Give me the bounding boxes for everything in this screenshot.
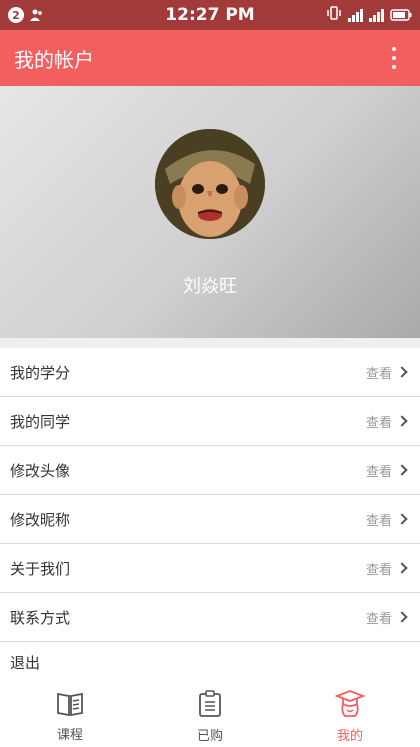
menu-item-change-avatar[interactable]: 修改头像 查看 bbox=[0, 446, 420, 495]
view-link[interactable]: 查看 bbox=[366, 412, 410, 431]
chevron-right-icon bbox=[396, 415, 408, 427]
menu-item-credits[interactable]: 我的学分 查看 bbox=[0, 348, 420, 397]
tab-label: 已购 bbox=[196, 729, 223, 744]
tab-label: 课程 bbox=[56, 728, 83, 743]
menu-item-label: 修改昵称 bbox=[10, 510, 71, 529]
avatar[interactable] bbox=[155, 129, 265, 239]
chevron-right-icon bbox=[396, 562, 408, 574]
vibrate-icon bbox=[326, 5, 342, 25]
page-title: 我的帐户 bbox=[14, 47, 94, 72]
signal-2-icon bbox=[369, 8, 384, 22]
menu-item-label: 关于我们 bbox=[10, 559, 71, 578]
view-link[interactable]: 查看 bbox=[366, 461, 410, 480]
account-menu: 我的学分 查看 我的同学 查看 修改头像 查看 修改昵称 查看 关于我们 查看 … bbox=[0, 348, 420, 682]
tab-label: 我的 bbox=[336, 729, 363, 744]
battery-icon bbox=[390, 6, 412, 25]
menu-item-label: 我的同学 bbox=[10, 412, 71, 431]
view-label: 查看 bbox=[365, 464, 392, 480]
view-label: 查看 bbox=[365, 513, 392, 529]
menu-item-label: 联系方式 bbox=[10, 608, 71, 627]
menu-item-contact[interactable]: 联系方式 查看 bbox=[0, 593, 420, 642]
view-link[interactable]: 查看 bbox=[366, 510, 410, 529]
contacts-icon bbox=[30, 6, 44, 25]
chevron-right-icon bbox=[396, 366, 408, 378]
view-link[interactable]: 查看 bbox=[366, 608, 410, 627]
notification-badge: 2 bbox=[8, 7, 24, 23]
more-options-button[interactable] bbox=[382, 43, 406, 73]
view-link[interactable]: 查看 bbox=[366, 363, 410, 382]
profile-header: 刘焱旺 bbox=[0, 86, 420, 338]
menu-item-classmates[interactable]: 我的同学 查看 bbox=[0, 397, 420, 446]
clipboard-icon bbox=[198, 690, 222, 722]
app-bar: 我的帐户 bbox=[0, 30, 420, 86]
menu-item-label: 我的学分 bbox=[10, 363, 71, 382]
more-dot-icon bbox=[392, 65, 396, 69]
profile-name: 刘焱旺 bbox=[183, 276, 237, 297]
view-label: 查看 bbox=[365, 415, 392, 431]
tab-bar: 课程 已购 我的 bbox=[0, 687, 420, 747]
status-bar: 2 12:27 PM bbox=[0, 0, 420, 30]
chevron-right-icon bbox=[396, 464, 408, 476]
menu-item-about-us[interactable]: 关于我们 查看 bbox=[0, 544, 420, 593]
more-dot-icon bbox=[392, 47, 396, 51]
menu-item-label: 修改头像 bbox=[10, 461, 71, 480]
graduate-icon bbox=[334, 690, 366, 722]
view-label: 查看 bbox=[365, 562, 392, 578]
avatar-image bbox=[155, 129, 265, 239]
status-left: 2 bbox=[8, 6, 44, 25]
logout-button[interactable]: 退出 bbox=[0, 642, 420, 682]
tab-mine[interactable]: 我的 bbox=[280, 690, 420, 744]
signal-icon bbox=[348, 8, 363, 22]
book-icon bbox=[56, 691, 84, 721]
divider bbox=[0, 338, 420, 348]
view-label: 查看 bbox=[365, 366, 392, 382]
more-dot-icon bbox=[392, 56, 396, 60]
tab-courses[interactable]: 课程 bbox=[0, 691, 140, 743]
view-label: 查看 bbox=[365, 611, 392, 627]
status-right bbox=[326, 5, 412, 25]
logout-label: 退出 bbox=[10, 653, 41, 672]
view-link[interactable]: 查看 bbox=[366, 559, 410, 578]
chevron-right-icon bbox=[396, 513, 408, 525]
tab-purchased[interactable]: 已购 bbox=[140, 690, 280, 744]
menu-item-change-nickname[interactable]: 修改昵称 查看 bbox=[0, 495, 420, 544]
chevron-right-icon bbox=[396, 611, 408, 623]
